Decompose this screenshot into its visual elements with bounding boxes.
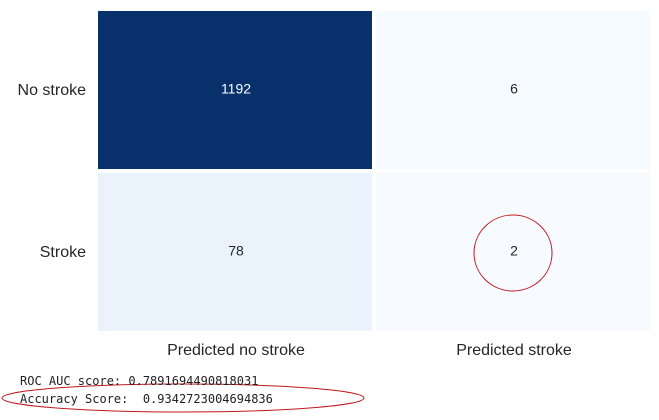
- column-label: Predicted no stroke: [167, 342, 305, 359]
- heatmap-cell-value: 1192: [221, 81, 251, 97]
- row-label: Stroke: [40, 244, 86, 261]
- column-label: Predicted stroke: [456, 342, 572, 359]
- roc-auc-score-text: ROC AUC score: 0.7891694490818031: [20, 374, 259, 388]
- heatmap-cell-value: 2: [510, 243, 518, 259]
- row-label: No stroke: [18, 82, 87, 99]
- confusion-matrix-chart: 1192 6 78 2 No stroke Stroke Predicted no st…: [1, 11, 650, 413]
- heatmap-cell-value: 6: [510, 81, 518, 97]
- heatmap-cell-value: 78: [228, 243, 244, 259]
- accuracy-score-text: Accuracy Score: 0.9342723004694836: [20, 392, 273, 406]
